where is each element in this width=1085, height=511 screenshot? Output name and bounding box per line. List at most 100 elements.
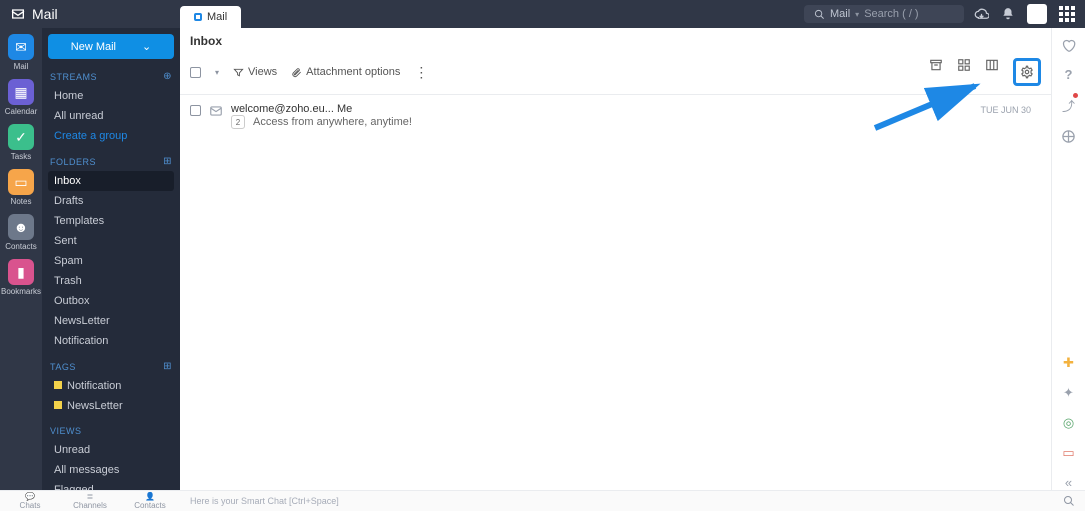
envelope-icon: [209, 104, 223, 118]
rail-bookmarks[interactable]: ▮ Bookmarks: [1, 259, 41, 296]
layout-icon[interactable]: [957, 58, 971, 72]
avatar[interactable]: [1027, 4, 1047, 24]
mail-checkbox[interactable]: [190, 105, 201, 116]
tag-color-icon: [54, 381, 62, 389]
columns-icon[interactable]: [985, 58, 999, 72]
folder-notification[interactable]: Notification: [48, 331, 174, 351]
search-icon: [814, 9, 825, 20]
streams-create-group[interactable]: Create a group: [48, 126, 174, 146]
help-icon[interactable]: ?: [1065, 67, 1073, 82]
rail-label: Calendar: [5, 107, 37, 116]
gear-icon: [1020, 65, 1034, 79]
view-all-messages[interactable]: All messages: [48, 460, 174, 480]
bottom-tab-contacts[interactable]: 👤Contacts: [120, 492, 180, 510]
brand-text: Mail: [32, 6, 58, 22]
tasks-icon: ✓: [8, 124, 34, 150]
settings-button[interactable]: [1013, 58, 1041, 86]
tab-dot-icon: [194, 13, 202, 21]
streams-all-unread[interactable]: All unread: [48, 106, 174, 126]
more-menu[interactable]: ⋮: [414, 64, 428, 81]
search-icon: [1063, 495, 1075, 507]
notes-icon: ▭: [8, 169, 34, 195]
app-rail: ✉Mail ▦Calendar ✓Tasks ▭Notes ☻Contacts …: [0, 28, 42, 490]
view-flagged[interactable]: Flagged: [48, 480, 174, 490]
bell-icon[interactable]: [1001, 7, 1015, 21]
app-brand: Mail: [0, 6, 180, 22]
collapse-icon[interactable]: «: [1065, 475, 1072, 490]
cloud-download-icon[interactable]: [974, 7, 989, 22]
add-icon[interactable]: ⊕: [163, 71, 172, 82]
sparkle-icon[interactable]: ✦: [1063, 385, 1074, 401]
thread-count-badge: 2: [231, 115, 245, 129]
search-bottom-icon[interactable]: [1053, 495, 1085, 507]
folder-title: Inbox: [180, 28, 1051, 54]
rail-label: Notes: [11, 197, 32, 206]
app-tab-label: Mail: [207, 11, 227, 23]
contacts-icon: ☻: [8, 214, 34, 240]
bookmark-icon: ▮: [8, 259, 34, 285]
search-placeholder: Search ( / ): [864, 8, 918, 20]
add-widget-icon[interactable]: ✚: [1063, 355, 1074, 371]
filter-views[interactable]: Views: [233, 66, 277, 78]
heart-icon[interactable]: [1061, 38, 1076, 53]
bottom-tab-chats[interactable]: 💬Chats: [0, 492, 60, 510]
chevron-down-icon[interactable]: ▾: [215, 68, 219, 77]
tag-color-icon: [54, 401, 62, 409]
chevron-down-icon: ▾: [855, 10, 859, 19]
rail-notes[interactable]: ▭ Notes: [8, 169, 34, 206]
tags-head: TAGS⊞: [48, 357, 174, 376]
streams-home[interactable]: Home: [48, 86, 174, 106]
target-icon[interactable]: ◎: [1063, 415, 1074, 431]
folder-trash[interactable]: Trash: [48, 271, 174, 291]
toolbar: ▾ Views Attachment options ⋮: [180, 54, 1051, 95]
search-scope-label: Mail: [830, 8, 850, 20]
new-mail-label: New Mail: [71, 41, 116, 53]
app-tab-mail[interactable]: Mail: [180, 6, 241, 28]
mail-subject: Access from anywhere, anytime!: [253, 116, 412, 128]
rail-label: Tasks: [11, 152, 31, 161]
streams-head: STREAMS⊕: [48, 67, 174, 86]
rail-mail[interactable]: ✉Mail: [8, 34, 34, 71]
chat-icon[interactable]: ▭: [1062, 445, 1074, 461]
mail-list-item[interactable]: welcome@zoho.eu... Me 2 Access from anyw…: [180, 95, 1051, 137]
smart-chat-input[interactable]: Here is your Smart Chat [Ctrl+Space]: [180, 496, 1053, 506]
rail-calendar[interactable]: ▦ Calendar: [5, 79, 37, 116]
rail-label: Contacts: [5, 242, 37, 251]
folder-drafts[interactable]: Drafts: [48, 191, 174, 211]
add-icon[interactable]: ⊞: [163, 361, 172, 372]
mail-date: TUE JUN 30: [980, 105, 1031, 115]
attachment-options[interactable]: Attachment options: [291, 66, 400, 78]
folder-sent[interactable]: Sent: [48, 231, 174, 251]
main-pane: Inbox ▾ Views Attachment options ⋮ welco…: [180, 28, 1051, 490]
paperclip-icon: [291, 67, 302, 78]
funnel-icon: [233, 67, 244, 78]
folder-inbox[interactable]: Inbox: [48, 171, 174, 191]
tag-notification[interactable]: Notification: [48, 376, 174, 396]
add-icon[interactable]: ⊞: [163, 156, 172, 167]
chevron-down-icon: ⌄: [142, 40, 151, 53]
bottom-tab-channels[interactable]: ≣Channels: [60, 492, 120, 510]
rail-contacts[interactable]: ☻ Contacts: [5, 214, 37, 251]
folder-spam[interactable]: Spam: [48, 251, 174, 271]
tag-newsletter[interactable]: NewsLetter: [48, 396, 174, 416]
folder-templates[interactable]: Templates: [48, 211, 174, 231]
folders-head: FOLDERS⊞: [48, 152, 174, 171]
views-head: VIEWS: [48, 422, 174, 440]
right-rail: ? ⤴ ✚ ✦ ◎ ▭ «: [1051, 28, 1085, 490]
rail-tasks[interactable]: ✓ Tasks: [8, 124, 34, 161]
folder-outbox[interactable]: Outbox: [48, 291, 174, 311]
mail-from: welcome@zoho.eu... Me: [231, 103, 412, 115]
view-unread[interactable]: Unread: [48, 440, 174, 460]
archive-icon[interactable]: [929, 58, 943, 72]
apps-grid-icon[interactable]: [1059, 6, 1075, 22]
new-mail-button[interactable]: New Mail ⌄: [48, 34, 174, 59]
folder-newsletter[interactable]: NewsLetter: [48, 311, 174, 331]
select-all-checkbox[interactable]: [190, 67, 201, 78]
search-input[interactable]: Mail ▾ Search ( / ): [804, 5, 964, 23]
mail-icon: ✉: [8, 34, 34, 60]
bottom-bar: 💬Chats ≣Channels 👤Contacts Here is your …: [0, 490, 1085, 511]
calendar-icon: ▦: [8, 79, 34, 105]
rail-label: Bookmarks: [1, 287, 41, 296]
alert-icon[interactable]: ⤴: [1062, 96, 1075, 115]
extensions-icon[interactable]: [1061, 129, 1076, 144]
